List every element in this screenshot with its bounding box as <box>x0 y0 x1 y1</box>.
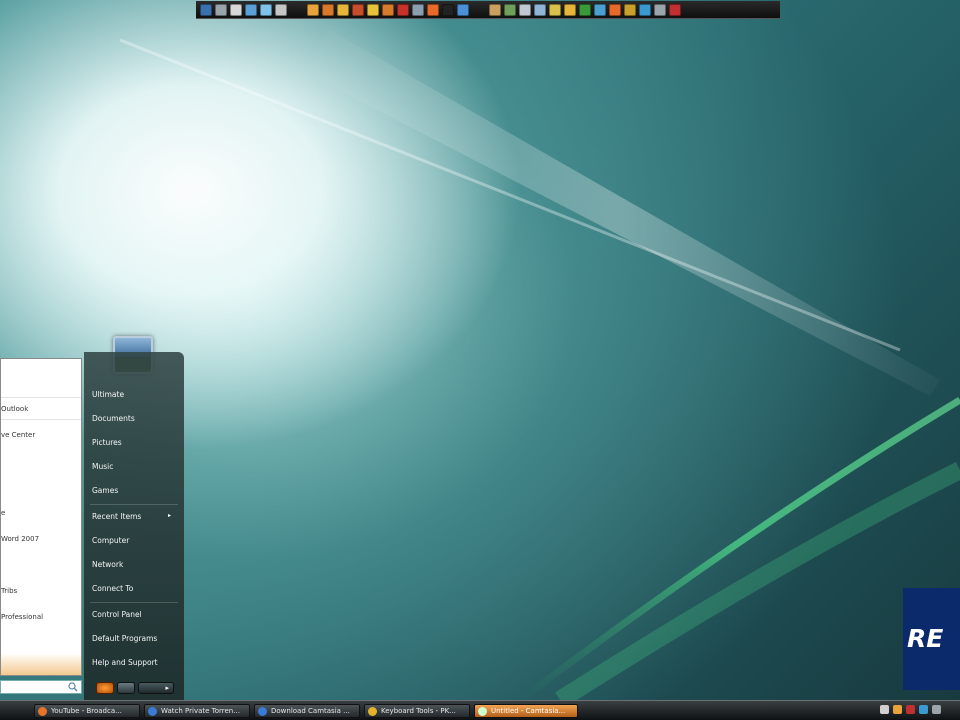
separator <box>90 602 178 603</box>
quick-launch-toolbar <box>196 1 780 19</box>
security-icon[interactable] <box>906 705 915 714</box>
menu-item-control-panel[interactable]: Control Panel <box>92 610 142 619</box>
start-search-input[interactable] <box>0 680 82 694</box>
menu-item-connect-to[interactable]: Connect To <box>92 584 133 593</box>
heart-icon[interactable] <box>397 3 409 16</box>
chrome-icon[interactable] <box>579 3 591 16</box>
msn-icon[interactable] <box>639 3 651 16</box>
bluetooth-icon[interactable] <box>549 3 561 16</box>
tools-icon[interactable] <box>654 3 666 16</box>
close-icon[interactable] <box>669 3 681 16</box>
power-button[interactable] <box>96 682 114 694</box>
program-item[interactable]: ve Center <box>1 431 35 439</box>
menu-item-default-programs[interactable]: Default Programs <box>92 634 157 643</box>
image-icon[interactable] <box>489 3 501 16</box>
notepad-icon[interactable] <box>245 3 257 16</box>
shutdown-options-button[interactable]: ▸ <box>138 682 174 694</box>
all-programs-highlight <box>1 653 81 675</box>
browser-icon <box>258 707 267 716</box>
firefox-icon <box>38 707 47 716</box>
system-tray <box>880 705 941 714</box>
programs-pane: Outlook ve Center e Word 2007 Tribs Prof… <box>0 358 82 676</box>
separator <box>1 397 81 398</box>
folder-icon[interactable] <box>307 3 319 16</box>
tools-icon[interactable] <box>504 3 516 16</box>
taskbar-button-label: YouTube - Broadca... <box>51 707 122 715</box>
eightball-icon[interactable] <box>442 3 454 16</box>
brand-logo: RE <box>903 588 960 690</box>
program-item[interactable]: e <box>1 509 5 517</box>
calculator-icon[interactable] <box>260 3 272 16</box>
gear-icon[interactable] <box>412 3 424 16</box>
monitor-icon[interactable] <box>200 3 212 16</box>
folder-icon <box>368 707 377 716</box>
printer-icon[interactable] <box>215 3 227 16</box>
folder-icon[interactable] <box>382 3 394 16</box>
taskbar-button-label: Untitled - Camtasia... <box>491 707 566 715</box>
camtasia-icon <box>478 707 487 716</box>
firefox-icon[interactable] <box>609 3 621 16</box>
lock-button[interactable] <box>117 682 135 694</box>
folder-icon[interactable] <box>337 3 349 16</box>
taskbar-button[interactable]: YouTube - Broadca... <box>34 704 140 718</box>
network-icon[interactable] <box>519 3 531 16</box>
drive-icon[interactable] <box>534 3 546 16</box>
volume-icon[interactable] <box>880 705 889 714</box>
taskbar-button-label: Keyboard Tools - PK... <box>381 707 456 715</box>
start-menu: Outlook ve Center e Word 2007 Tribs Prof… <box>0 352 184 700</box>
document-icon[interactable] <box>230 3 242 16</box>
folder-icon[interactable] <box>322 3 334 16</box>
network-icon[interactable] <box>893 705 902 714</box>
menu-item-games[interactable]: Games <box>92 486 118 495</box>
separator <box>90 504 178 505</box>
browser-icon <box>148 707 157 716</box>
taskbar-button[interactable]: Download Camtasia ... <box>254 704 360 718</box>
brand-logo-text: RE <box>907 624 944 653</box>
speaker-icon[interactable] <box>919 705 928 714</box>
separator <box>1 419 81 420</box>
taskbar-button[interactable]: Keyboard Tools - PK... <box>364 704 470 718</box>
program-item[interactable]: Word 2007 <box>1 535 39 543</box>
menu-item-recent-items[interactable]: Recent Items <box>92 512 141 521</box>
search-icon[interactable] <box>275 3 287 16</box>
taskbar-button-label: Download Camtasia ... <box>271 707 350 715</box>
folder-icon[interactable] <box>367 3 379 16</box>
clock-icon[interactable] <box>932 705 941 714</box>
menu-item-computer[interactable]: Computer <box>92 536 129 545</box>
start-menu-right-pane: Ultimate Documents Pictures Music Games … <box>84 352 184 700</box>
taskbar: YouTube - Broadca... Watch Private Torre… <box>0 700 960 720</box>
calc-icon[interactable] <box>594 3 606 16</box>
globe-icon[interactable] <box>457 3 469 16</box>
menu-item-user-folder[interactable]: Ultimate <box>92 390 124 399</box>
taskbar-button-active[interactable]: Untitled - Camtasia... <box>474 704 578 718</box>
menu-item-pictures[interactable]: Pictures <box>92 438 122 447</box>
program-item[interactable]: Professional <box>1 613 43 621</box>
folder-icon[interactable] <box>564 3 576 16</box>
menu-item-documents[interactable]: Documents <box>92 414 135 423</box>
firefox-icon[interactable] <box>427 3 439 16</box>
program-item[interactable]: Tribs <box>1 587 17 595</box>
folder-icon[interactable] <box>352 3 364 16</box>
menu-item-network[interactable]: Network <box>92 560 123 569</box>
winamp-icon[interactable] <box>624 3 636 16</box>
menu-item-help-and-support[interactable]: Help and Support <box>92 658 158 667</box>
search-icon <box>68 682 78 692</box>
menu-item-music[interactable]: Music <box>92 462 113 471</box>
taskbar-button[interactable]: Watch Private Torren... <box>144 704 250 718</box>
program-item[interactable]: Outlook <box>1 405 28 413</box>
submenu-arrow-icon: ▸ <box>168 512 172 519</box>
taskbar-button-label: Watch Private Torren... <box>161 707 240 715</box>
